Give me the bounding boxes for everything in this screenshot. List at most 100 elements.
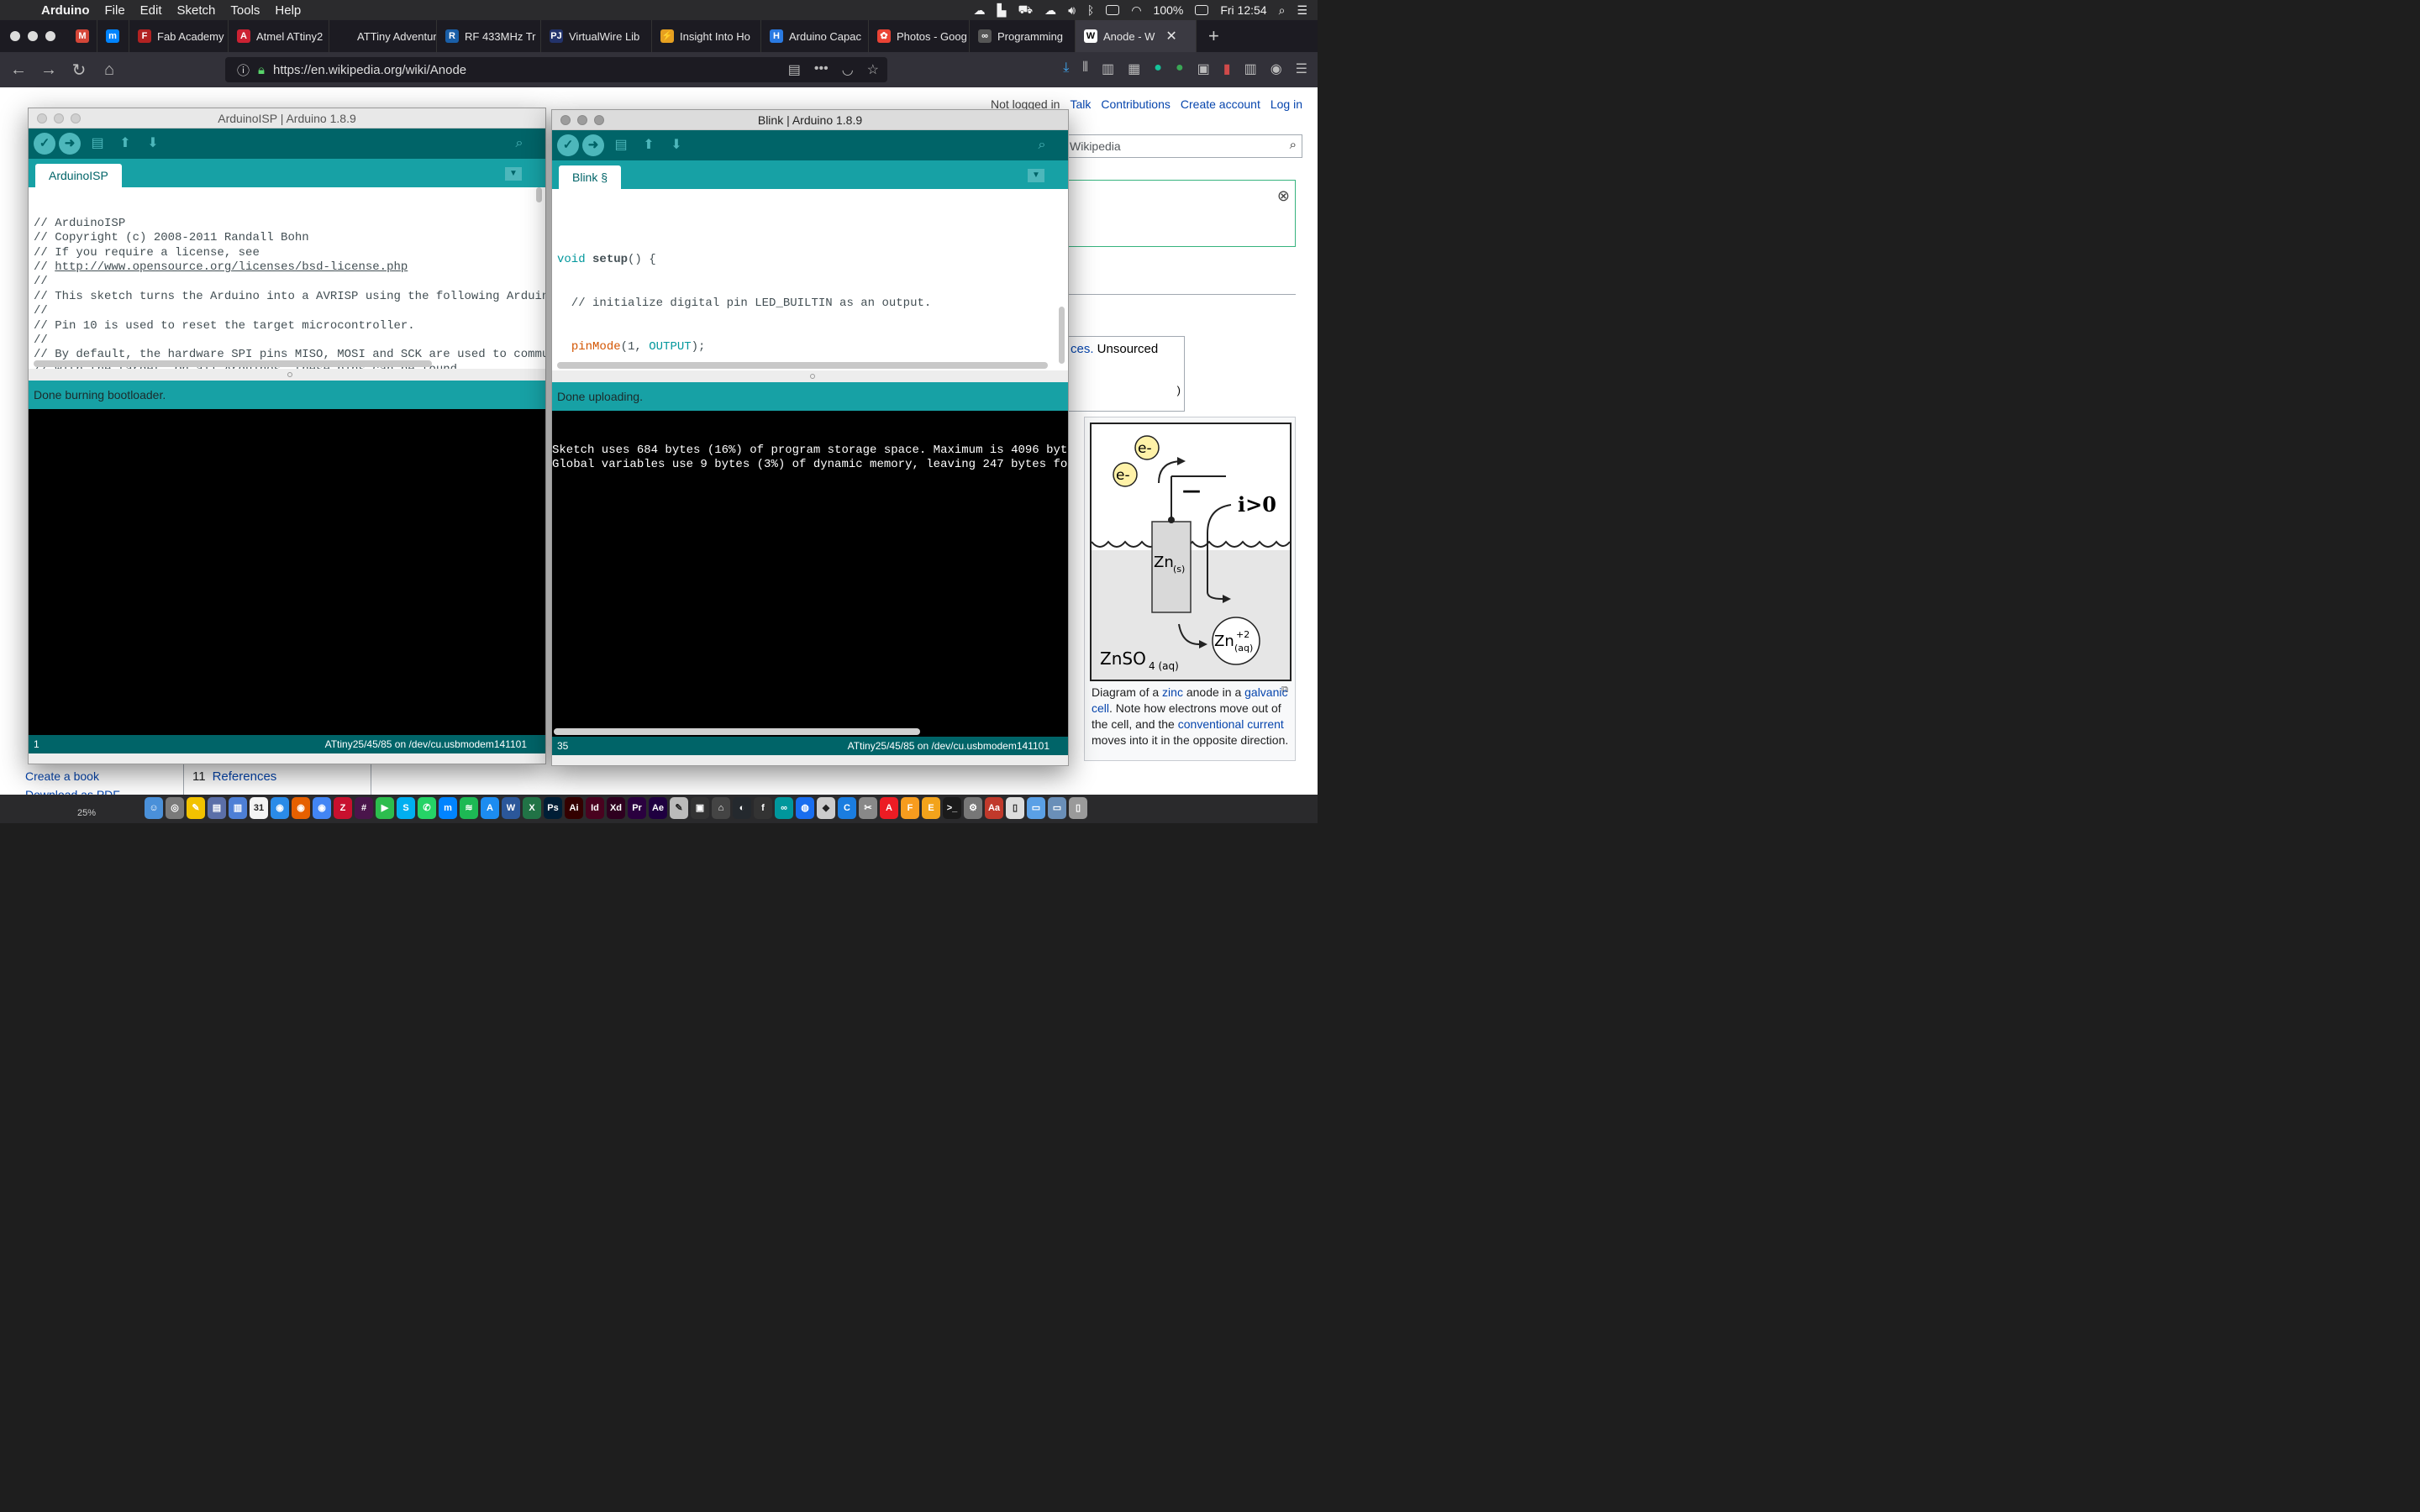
tab-menu-chevron-down-icon[interactable]: ▼ [1028, 169, 1044, 182]
zoom-button[interactable] [71, 113, 81, 123]
forward-icon[interactable]: → [34, 60, 64, 80]
excel-app-icon[interactable]: X [523, 797, 541, 819]
license-link[interactable]: http://www.opensource.org/licenses/bsd-l… [55, 260, 408, 274]
fab-e-app-icon[interactable]: E [922, 797, 940, 819]
create-account-link[interactable]: Create account [1181, 97, 1260, 111]
minimize-window-button[interactable] [28, 31, 38, 41]
browser-tab[interactable]: PJ VirtualWire Lib [541, 20, 652, 52]
verify-icon[interactable]: ✓ [557, 134, 579, 156]
minimize-button[interactable] [54, 113, 64, 123]
save-sketch-icon[interactable]: ⬇ [142, 133, 164, 155]
spotlight-icon[interactable]: ⌕ [1279, 3, 1286, 18]
truck-icon[interactable]: ⛟ [1018, 3, 1033, 18]
xd-app-icon[interactable]: Xd [607, 797, 625, 819]
menu-tools[interactable]: Tools [223, 3, 267, 18]
zinc-link[interactable]: zinc [1162, 685, 1183, 699]
open-sketch-icon[interactable]: ⬆ [114, 133, 136, 155]
browser-tab[interactable]: ATTiny Adventures [329, 20, 437, 52]
bluetooth-icon[interactable]: ᛒ [1087, 3, 1094, 17]
serial-monitor-icon[interactable]: ⌕ [1031, 134, 1053, 156]
bookmark-star-icon[interactable]: ☆ [867, 61, 879, 78]
photobooth-app-icon[interactable]: ▣ [691, 797, 709, 819]
zoom-button[interactable] [594, 115, 604, 125]
downloads-icon[interactable]: ⤓ [1063, 60, 1069, 77]
extension-grid-icon[interactable]: ▦ [1128, 60, 1140, 77]
tab-menu-chevron-down-icon[interactable]: ▼ [505, 167, 522, 181]
close-tab-icon[interactable]: ✕ [1165, 28, 1176, 45]
blink-console[interactable]: Sketch uses 684 bytes (16%) of program s… [552, 411, 1068, 737]
notification-center-icon[interactable]: ☰ [1297, 3, 1307, 18]
reload-icon[interactable]: ↻ [64, 60, 94, 81]
open-sketch-icon[interactable]: ⬆ [638, 134, 660, 156]
console-horizontal-scrollbar[interactable] [554, 728, 920, 735]
blink-titlebar[interactable]: Blink | Arduino 1.8.9 [552, 110, 1068, 130]
word-app-icon[interactable]: W [502, 797, 520, 819]
browser-tab[interactable]: ⚡ Insight Into Ho [652, 20, 761, 52]
browser-tab[interactable]: H Arduino Capac [761, 20, 869, 52]
editor-console-divider[interactable] [552, 370, 1068, 382]
toc-label[interactable]: References [213, 769, 277, 784]
messenger-app-icon[interactable]: m [439, 797, 457, 819]
pages-app-icon[interactable]: ▯ [1006, 797, 1024, 819]
textedit-app-icon[interactable]: ✎ [670, 797, 688, 819]
menu-app-name[interactable]: Arduino [34, 3, 97, 18]
grammarly-icon[interactable]: ● [1154, 60, 1162, 77]
cura-app-icon[interactable]: ◍ [796, 797, 814, 819]
notes-app-icon[interactable]: ▥ [229, 797, 247, 819]
slack-app-icon[interactable]: # [355, 797, 373, 819]
volume-icon[interactable]: 🔊︎ [1068, 3, 1076, 18]
extension-bars-icon[interactable]: ▥ [1244, 60, 1257, 77]
divider-handle-icon[interactable] [810, 374, 815, 379]
browser-tab[interactable]: R RF 433MHz Tr [437, 20, 541, 52]
new-sketch-icon[interactable]: ▤ [610, 134, 632, 156]
pocket-icon[interactable]: ◡ [842, 61, 854, 78]
photoshop-app-icon[interactable]: Ps [544, 797, 562, 819]
firefox-app-icon[interactable]: ◉ [292, 797, 310, 819]
talk-link[interactable]: Talk [1070, 97, 1091, 111]
browser-tab[interactable]: A Atmel ATtiny2 [229, 20, 329, 52]
zotero-app-icon[interactable]: Z [334, 797, 352, 819]
fab-f1-app-icon[interactable]: F [901, 797, 919, 819]
skype-app-icon[interactable]: S [397, 797, 415, 819]
contributions-link[interactable]: Contributions [1101, 97, 1171, 111]
clock[interactable]: Fri 12:54 [1220, 3, 1266, 17]
upload-icon[interactable]: ➜ [582, 134, 604, 156]
trash-app-icon[interactable]: ▯ [1069, 797, 1087, 819]
cleaner-app-icon[interactable]: C [838, 797, 856, 819]
safari-app-icon[interactable]: ◉ [271, 797, 289, 819]
upload-icon[interactable]: ➜ [59, 133, 81, 155]
sketchup-app-icon[interactable]: ◆ [817, 797, 835, 819]
launchpad-app-icon[interactable]: ◎ [166, 797, 184, 819]
keyboard-icon[interactable] [1106, 5, 1120, 15]
wiki-search-input[interactable]: Wikipedia ⌕ [1060, 134, 1302, 158]
toc-item-references[interactable]: 11 References [183, 761, 371, 795]
whatsapp-app-icon[interactable]: ✆ [418, 797, 436, 819]
close-window-button[interactable] [10, 31, 20, 41]
arduino-app-icon[interactable]: ∞ [775, 797, 793, 819]
upload-cloud-icon[interactable]: ☁ [1044, 3, 1056, 18]
url-bar[interactable]: ⓘ 🔒︎ https://en.wikipedia.org/wiki/Anode… [225, 57, 887, 82]
hamburger-menu-icon[interactable]: ☰ [1296, 60, 1307, 77]
tab-arduinoisp[interactable]: ArduinoISP [35, 164, 122, 187]
panels-icon[interactable]: ▙ [997, 3, 1007, 18]
finder-app-icon[interactable]: ☺ [145, 797, 163, 819]
save-sketch-icon[interactable]: ⬇ [666, 134, 687, 156]
editor-horizontal-scrollbar[interactable] [34, 360, 432, 367]
indesign-app-icon[interactable]: Id [586, 797, 604, 819]
ideas-app-icon[interactable]: ✎ [187, 797, 205, 819]
close-button[interactable] [37, 113, 47, 123]
menu-file[interactable]: File [97, 3, 133, 18]
battery-icon[interactable] [1195, 5, 1209, 15]
extension-lock-icon[interactable]: ▣ [1197, 60, 1210, 77]
extension-b-icon[interactable]: ● [1176, 60, 1184, 77]
browser-tab[interactable]: W Anode - W ✕ [1076, 20, 1197, 52]
log-in-link[interactable]: Log in [1270, 97, 1302, 111]
acrobat-app-icon[interactable]: A [880, 797, 898, 819]
preview-app-icon[interactable]: ▤ [208, 797, 226, 819]
info-icon[interactable]: ⓘ [237, 61, 250, 79]
wifi-icon[interactable]: ◠ [1131, 3, 1141, 18]
close-notice-icon[interactable]: ⊗ [1277, 187, 1290, 205]
appstore-app-icon[interactable]: A [481, 797, 499, 819]
terminal-app-icon[interactable]: >_ [943, 797, 961, 819]
facetime-app-icon[interactable]: ▶ [376, 797, 394, 819]
